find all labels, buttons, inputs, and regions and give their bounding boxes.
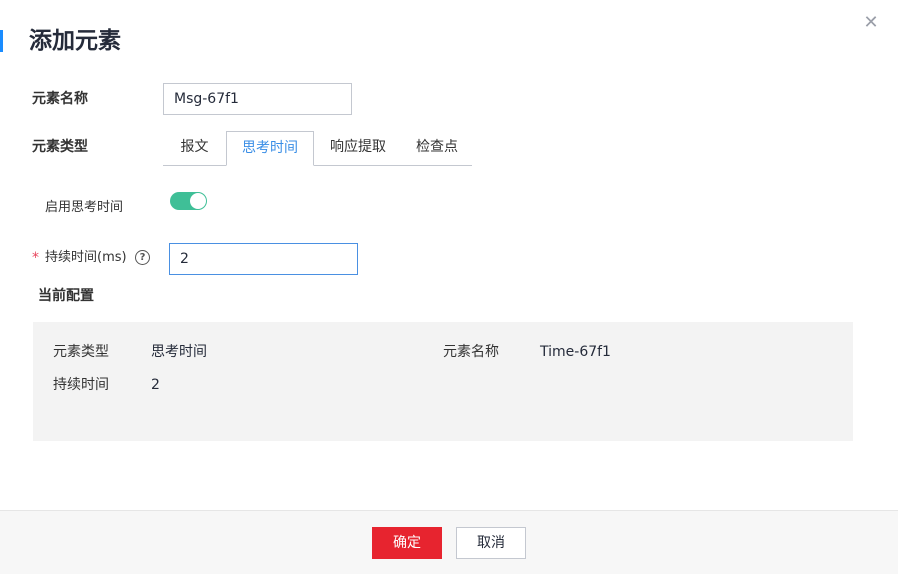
question-circle-icon[interactable]: ? <box>135 250 150 265</box>
element-name-input[interactable]: Msg-67f1 <box>163 83 352 115</box>
close-icon[interactable]: ✕ <box>861 13 881 33</box>
current-config-heading: 当前配置 <box>38 288 94 304</box>
summary-type-key: 元素类型 <box>53 344 109 360</box>
element-name-label: 元素名称 <box>32 91 88 107</box>
dialog-title: 添加元素 <box>29 28 121 54</box>
tab-checkpoint[interactable]: 检查点 <box>402 131 472 165</box>
summary-name-value: Time-67f1 <box>540 344 611 360</box>
duration-input[interactable]: 2 <box>169 243 358 275</box>
current-config-panel: 元素类型 思考时间 元素名称 Time-67f1 持续时间 2 <box>33 322 853 441</box>
dialog-footer: 确定 取消 <box>0 510 898 574</box>
enable-think-time-label: 启用思考时间 <box>45 200 124 215</box>
summary-type-value: 思考时间 <box>151 344 207 360</box>
tab-think-time[interactable]: 思考时间 <box>226 131 314 166</box>
enable-think-time-switch[interactable] <box>170 192 207 210</box>
element-type-tabs: 报文 思考时间 响应提取 检查点 <box>163 131 472 166</box>
summary-duration-key: 持续时间 <box>53 377 109 393</box>
duration-label: 持续时间(ms) <box>45 250 127 265</box>
summary-duration-value: 2 <box>151 377 160 393</box>
cancel-button[interactable]: 取消 <box>456 527 526 559</box>
switch-knob <box>190 193 206 209</box>
tab-response-extract[interactable]: 响应提取 <box>314 131 402 165</box>
confirm-button[interactable]: 确定 <box>372 527 442 559</box>
required-mark: * <box>32 250 39 266</box>
element-type-label: 元素类型 <box>32 139 88 155</box>
summary-name-key: 元素名称 <box>443 344 499 360</box>
title-accent-bar <box>0 30 3 52</box>
tab-message[interactable]: 报文 <box>163 131 226 165</box>
